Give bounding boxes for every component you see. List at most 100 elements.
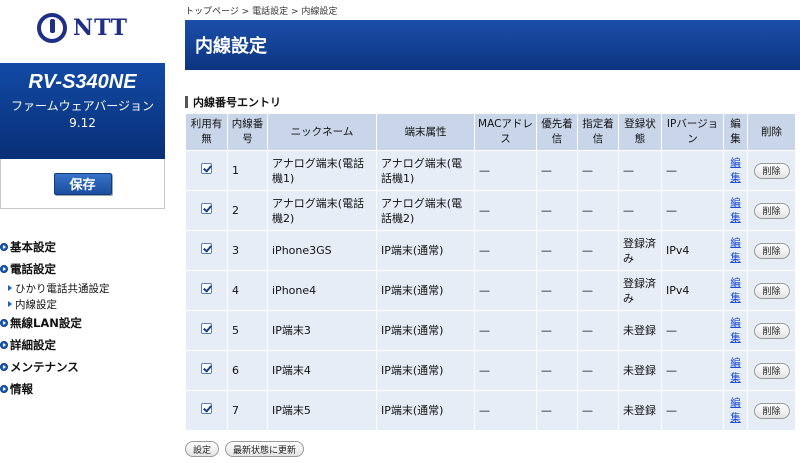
edit-link[interactable]: 編集: [728, 396, 743, 426]
enabled-checkbox[interactable]: [201, 243, 212, 254]
delete-button[interactable]: 削除: [753, 242, 790, 259]
ipversion-cell: —: [661, 350, 724, 391]
enabled-checkbox[interactable]: [201, 323, 212, 334]
menu-item-phone[interactable]: 電話設定: [0, 258, 165, 280]
enabled-checkbox[interactable]: [201, 163, 212, 174]
edit-link[interactable]: 編集: [728, 316, 743, 346]
status-cell: 登録済み: [618, 270, 662, 311]
col-header-edit: 編集: [723, 113, 748, 151]
attribute-cell: IP端末(通常): [376, 390, 475, 431]
delete-button[interactable]: 削除: [753, 402, 790, 419]
edit-link[interactable]: 編集: [728, 156, 743, 186]
breadcrumb: トップページ > 電話設定 > 内線設定: [185, 7, 338, 17]
menu-subitem-label: ひかり電話共通設定: [15, 282, 110, 295]
status-cell: 登録済み: [618, 230, 662, 271]
edit-cell: 編集: [723, 350, 748, 391]
table-row: 7 IP端末5 IP端末(通常) — — — 未登録 — 編集 削除: [185, 390, 796, 431]
menu-item-label: 無線LAN設定: [10, 316, 82, 330]
arrow-circle-icon: [0, 363, 8, 371]
page-title: 内線設定: [195, 36, 267, 57]
save-button[interactable]: 保存: [53, 172, 112, 195]
mac-cell: —: [474, 270, 537, 311]
menu-item-wireless[interactable]: 無線LAN設定: [0, 312, 165, 334]
enabled-cell: [185, 230, 228, 271]
enabled-cell: [185, 390, 228, 431]
priority-cell: —: [536, 270, 578, 311]
menu-subitem-hikari-common[interactable]: ひかり電話共通設定: [0, 280, 165, 296]
number-cell: 4: [227, 270, 268, 311]
edit-link[interactable]: 編集: [728, 356, 743, 386]
delete-button[interactable]: 削除: [753, 202, 790, 219]
enabled-cell: [185, 310, 228, 351]
enabled-checkbox[interactable]: [201, 283, 212, 294]
menu-item-maintenance[interactable]: メンテナンス: [0, 356, 165, 378]
title-bar: 内線設定: [185, 20, 800, 70]
designated-cell: —: [577, 310, 619, 351]
menu-item-label: 基本設定: [10, 240, 56, 254]
edit-cell: 編集: [723, 390, 748, 431]
enabled-checkbox[interactable]: [201, 363, 212, 374]
designated-cell: —: [577, 150, 619, 191]
mac-cell: —: [474, 230, 537, 271]
attribute-cell: IP端末(通常): [376, 310, 475, 351]
menu-item-advanced[interactable]: 詳細設定: [0, 334, 165, 356]
delete-cell: 削除: [747, 310, 796, 351]
set-button[interactable]: 設定: [185, 441, 220, 457]
table-row: 5 IP端末3 IP端末(通常) — — — 未登録 — 編集 削除: [185, 310, 796, 351]
attribute-cell: アナログ端末(電話機1): [376, 150, 475, 191]
ipversion-cell: —: [661, 310, 724, 351]
col-header-designated: 指定着信: [577, 113, 619, 151]
status-cell: 未登録: [618, 350, 662, 391]
arrow-circle-icon: [0, 243, 8, 251]
arrow-circle-icon: [0, 341, 8, 349]
edit-link[interactable]: 編集: [728, 236, 743, 266]
status-cell: 未登録: [618, 310, 662, 351]
number-cell: 3: [227, 230, 268, 271]
designated-cell: —: [577, 390, 619, 431]
device-model: RV-S340NE: [28, 71, 137, 93]
menu-subitem-extension[interactable]: 内線設定: [0, 296, 165, 312]
enabled-cell: [185, 350, 228, 391]
edit-link[interactable]: 編集: [728, 276, 743, 306]
ipversion-cell: IPv4: [661, 230, 724, 271]
enabled-cell: [185, 190, 228, 231]
ntt-logo-icon: [36, 12, 67, 43]
menu-item-info[interactable]: 情報: [0, 378, 165, 400]
designated-cell: —: [577, 190, 619, 231]
designated-cell: —: [577, 270, 619, 311]
nickname-cell: IP端末5: [267, 390, 377, 431]
number-cell: 6: [227, 350, 268, 391]
designated-cell: —: [577, 350, 619, 391]
nickname-cell: IP端末4: [267, 350, 377, 391]
edit-cell: 編集: [723, 190, 748, 231]
priority-cell: —: [536, 350, 578, 391]
ntt-logo[interactable]: NTT: [0, 0, 165, 55]
menu-item-basic[interactable]: 基本設定: [0, 236, 165, 258]
mac-cell: —: [474, 310, 537, 351]
mac-cell: —: [474, 190, 537, 231]
delete-button[interactable]: 削除: [753, 282, 790, 299]
attribute-cell: IP端末(通常): [376, 270, 475, 311]
enabled-checkbox[interactable]: [201, 403, 212, 414]
delete-button[interactable]: 削除: [753, 322, 790, 339]
col-header-enabled: 利用有無: [185, 113, 228, 151]
arrow-circle-icon: [0, 265, 8, 273]
col-header-delete: 削除: [747, 113, 796, 151]
nickname-cell: iPhone4: [267, 270, 377, 311]
edit-link[interactable]: 編集: [728, 196, 743, 226]
delete-cell: 削除: [747, 190, 796, 231]
menu-item-label: 電話設定: [10, 262, 56, 276]
edit-cell: 編集: [723, 230, 748, 271]
edit-cell: 編集: [723, 150, 748, 191]
edit-cell: 編集: [723, 310, 748, 351]
mac-cell: —: [474, 150, 537, 191]
delete-button[interactable]: 削除: [753, 362, 790, 379]
delete-button[interactable]: 削除: [753, 162, 790, 179]
col-header-nickname: ニックネーム: [267, 113, 377, 151]
table-header-row: 利用有無 内線番号 ニックネーム 端末属性 MACアドレス 優先着信 指定着信 …: [185, 113, 796, 151]
table-row: 2 アナログ端末(電話機2) アナログ端末(電話機2) — — — — — 編集…: [185, 190, 796, 231]
enabled-checkbox[interactable]: [201, 203, 212, 214]
priority-cell: —: [536, 310, 578, 351]
col-header-ipversion: IPバージョン: [661, 113, 724, 151]
refresh-button[interactable]: 最新状態に更新: [225, 441, 305, 457]
